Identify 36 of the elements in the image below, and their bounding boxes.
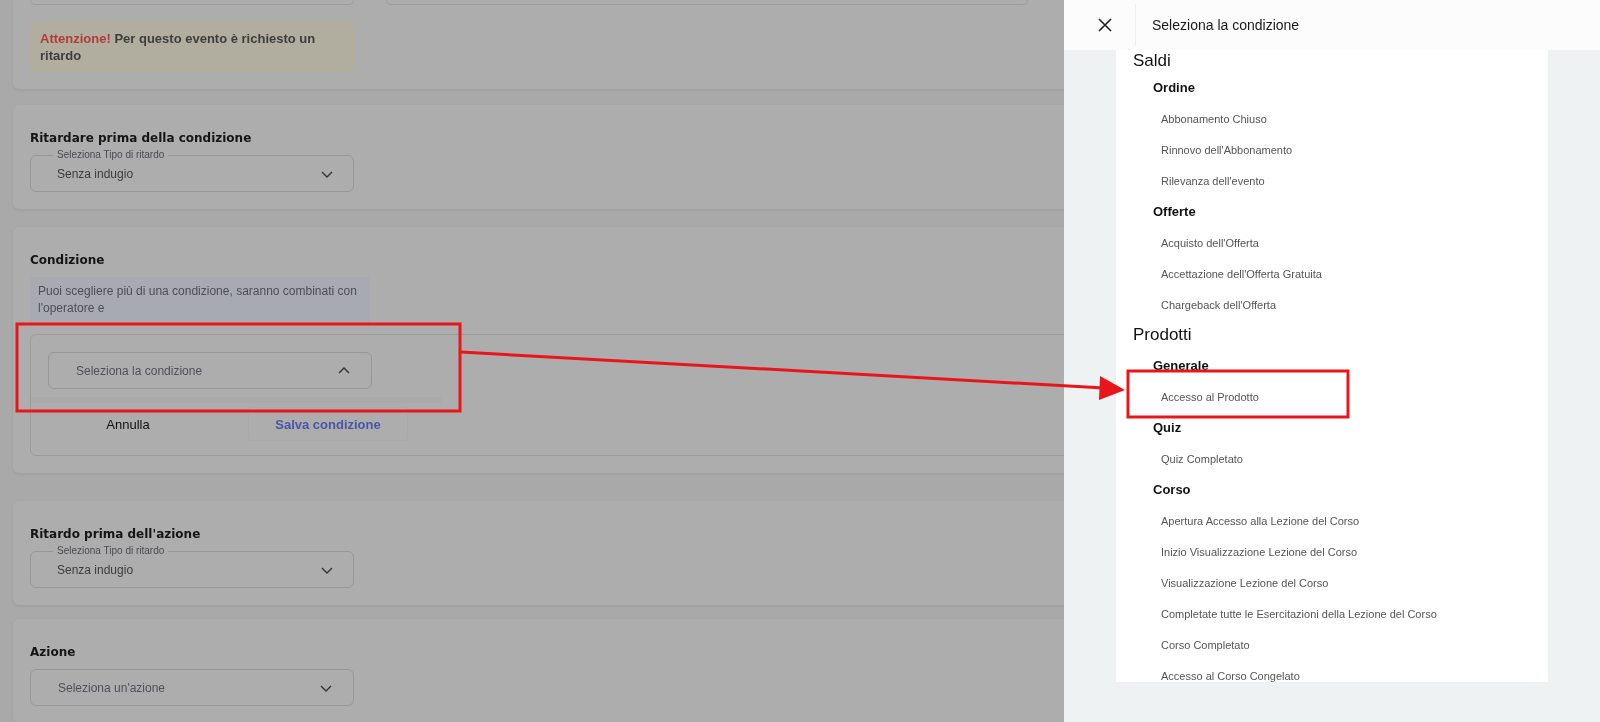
condition-option[interactable]: Quiz Completato [1161,452,1243,465]
field-label: Seleziona Tipo di ritardo [53,149,169,161]
warning-message: Attenzione! Per questo evento è richiesto un ritardo [30,22,354,72]
subgroup-heading: Generale [1153,358,1209,373]
section-title: Ritardo prima dell'azione [30,526,202,543]
condition-option[interactable]: Accesso al Corso Congelato [1161,669,1300,682]
drawer-title: Seleziona la condizione [1152,17,1300,33]
group-heading: Prodotti [1133,325,1192,345]
condition-option[interactable]: Visualizzazione Lezione del Corso [1161,576,1329,589]
condition-option[interactable]: Corso Completato [1161,638,1250,651]
select-field[interactable]: Seleziona un'azione [30,669,354,706]
cancel-button[interactable]: Annulla [48,407,208,441]
condition-option[interactable]: Rilevanza dell'evento [1161,174,1265,187]
section-title: Ritardare prima della condizione [30,130,253,147]
condition-option[interactable]: Acquisto dell'Offerta [1161,236,1259,249]
subgroup-heading: Ordine [1153,80,1195,95]
group-heading: Saldi [1133,51,1171,71]
condition-option[interactable]: Inizio Visualizzazione Lezione del Corso [1161,545,1358,558]
field-label: Seleziona Tipo di ritardo [53,545,169,557]
subgroup-heading: Corso [1153,482,1191,497]
chevron-up-icon [337,365,351,376]
subgroup-heading: Offerte [1153,204,1196,219]
condition-option[interactable]: Abbonamento Chiuso [1161,112,1267,125]
section-title: Azione [30,644,77,661]
section-title: Condizione [30,252,106,269]
condition-option[interactable]: Rinnovo dell'Abbonamento [1161,143,1293,156]
condition-option[interactable]: Chargeback dell'Offerta [1161,298,1277,311]
info-note: Puoi scegliere più di una condizione, saranno combinati con l'operatore e [30,277,370,323]
condition-option[interactable]: Accettazione dell'Offerta Gratuita [1161,267,1322,280]
subgroup-heading: Quiz [1153,420,1182,435]
condition-option[interactable]: Apertura Accesso alla Lezione del Corso [1161,514,1360,527]
select-field[interactable]: Seleziona la condizione [48,352,372,389]
select-field[interactable]: Seleziona Tipo di ritardo Senza indugio [30,545,354,588]
condition-option[interactable]: Completate tutte le Esercitazioni della Lezione del Corso [1161,607,1437,620]
condition-option[interactable]: Accesso al Prodotto [1161,390,1259,403]
select-field[interactable]: Seleziona Tipo di ritardo Senza indugio [30,149,354,192]
